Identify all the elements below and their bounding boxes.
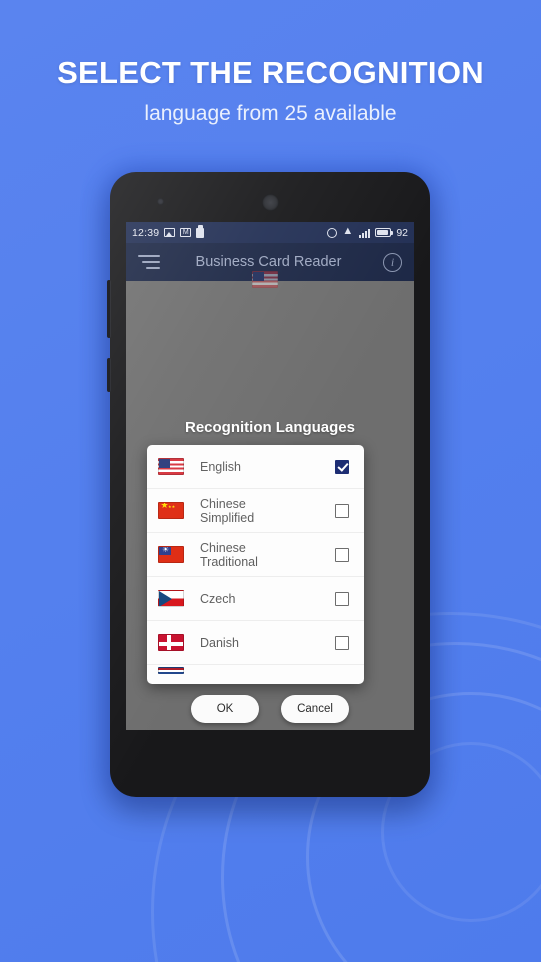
language-row[interactable] xyxy=(147,665,364,681)
power-button[interactable] xyxy=(107,358,111,392)
recognition-languages-dialog: English Chinese Simplified Chinese Traditi… xyxy=(147,445,364,684)
language-checkbox[interactable] xyxy=(335,635,349,650)
language-label: Czech xyxy=(200,591,236,606)
earpiece-speaker-icon xyxy=(262,194,279,211)
language-row[interactable]: Chinese Simplified xyxy=(147,489,364,533)
flag-taiwan-icon xyxy=(158,546,184,563)
flag-united-states-icon xyxy=(158,458,184,475)
language-row[interactable]: Czech xyxy=(147,577,364,621)
cancel-button[interactable]: Cancel xyxy=(281,695,349,723)
dimmed-content: Recognition Languages English Chinese Sim… xyxy=(126,271,414,730)
language-label: Chinese Traditional xyxy=(200,540,258,569)
dialog-title: Recognition Languages xyxy=(184,419,355,436)
phone-mockup: 12:39 M 92 Business xyxy=(107,172,430,797)
battery-icon xyxy=(375,228,394,237)
alarm-icon xyxy=(327,227,338,238)
background-selected-flag-icon xyxy=(252,271,278,288)
gmail-icon: M xyxy=(180,228,192,237)
flag-china-icon xyxy=(158,502,184,519)
wifi-icon xyxy=(342,226,354,237)
language-checkbox[interactable] xyxy=(335,459,349,474)
ok-button[interactable]: OK xyxy=(191,695,259,723)
promo-subheadline: language from 25 available xyxy=(144,102,397,125)
volume-button[interactable] xyxy=(107,280,111,338)
status-bar-left: 12:39 M xyxy=(132,225,205,239)
status-bar-right: 92 xyxy=(327,226,408,239)
flag-czech-republic-icon xyxy=(158,590,184,607)
clipboard-icon xyxy=(196,225,205,238)
info-icon[interactable]: i xyxy=(383,252,402,272)
status-bar: 12:39 M 92 xyxy=(126,222,414,243)
status-time: 12:39 xyxy=(132,226,160,239)
language-checkbox[interactable] xyxy=(335,591,349,606)
language-checkbox[interactable] xyxy=(335,503,349,518)
flag-denmark-icon xyxy=(158,634,184,651)
language-label: Chinese Simplified xyxy=(200,496,255,525)
language-row[interactable]: Danish xyxy=(147,621,364,665)
language-label: Danish xyxy=(200,635,239,650)
promo-headline: SELECT THE RECOGNITION xyxy=(57,55,484,90)
promo-page: SELECT THE RECOGNITION language from 25 … xyxy=(0,0,541,962)
phone-screen: 12:39 M 92 Business xyxy=(126,222,414,730)
language-row[interactable]: English xyxy=(147,445,364,489)
language-label: English xyxy=(200,459,241,474)
dialog-button-row: OK Cancel xyxy=(126,695,414,723)
language-list[interactable]: English Chinese Simplified Chinese Traditi… xyxy=(147,445,364,681)
front-camera-icon xyxy=(157,198,164,205)
language-row[interactable]: Chinese Traditional xyxy=(147,533,364,577)
battery-percent: 92 xyxy=(396,226,408,239)
flag-netherlands-icon xyxy=(158,667,184,674)
language-checkbox[interactable] xyxy=(335,547,349,562)
app-title: Business Card Reader xyxy=(195,254,342,270)
photo-icon xyxy=(164,228,176,237)
signal-icon xyxy=(359,228,371,238)
